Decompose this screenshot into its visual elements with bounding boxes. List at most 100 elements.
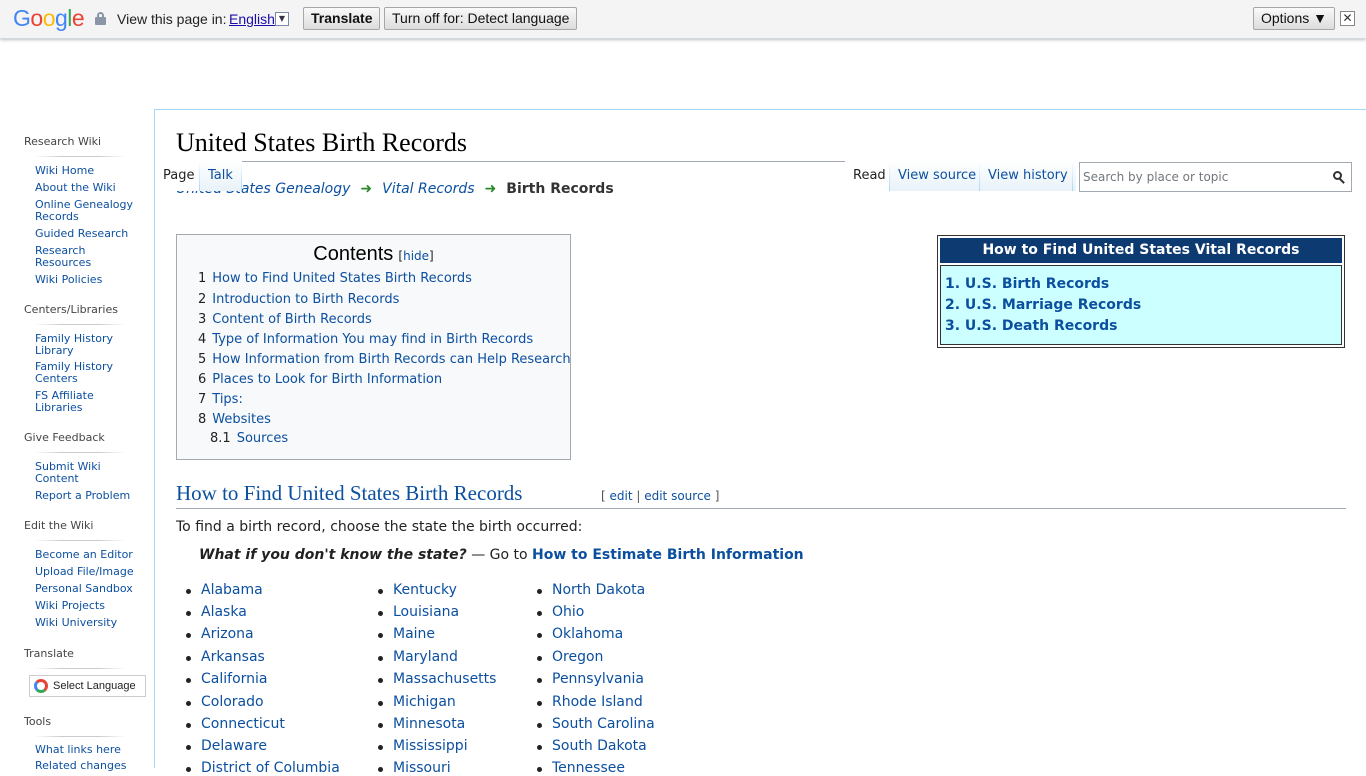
sidebar: Research Wiki Wiki Home About the Wiki O… (0, 110, 154, 772)
state-link[interactable]: Alaska (186, 604, 247, 620)
sidebar-item-what-links-here[interactable]: What links here (35, 744, 145, 756)
state-link[interactable]: Massachusetts (377, 671, 496, 687)
search-input[interactable] (1081, 164, 1321, 190)
sidebar-item-wiki-university[interactable]: Wiki University (35, 617, 145, 629)
close-icon[interactable]: ✕ (1340, 11, 1355, 26)
state-link[interactable]: Alabama (186, 582, 263, 598)
section-divider (176, 508, 1346, 509)
edit-source-link[interactable]: edit source (644, 489, 711, 503)
state-link[interactable]: Minnesota (377, 716, 465, 732)
state-link[interactable]: Arkansas (186, 649, 265, 665)
state-link[interactable]: Maryland (378, 649, 458, 665)
state-link[interactable]: Pennsylvania (537, 671, 644, 687)
sidebar-divider (34, 324, 126, 325)
sidebar-item-related-changes[interactable]: Related changes (35, 760, 145, 772)
sidebar-item-wiki-home[interactable]: Wiki Home (35, 165, 145, 177)
sidebar-heading: Edit the Wiki (24, 519, 94, 532)
state-link[interactable]: District of Columbia (186, 760, 340, 776)
tab-view-history[interactable]: View history (980, 161, 1076, 191)
toc-item[interactable]: 2 Introduction to Birth Records (198, 292, 399, 307)
search-icon[interactable] (1333, 171, 1345, 184)
state-link[interactable]: Kentucky (378, 582, 457, 598)
toc-item[interactable]: 8.1 Sources (210, 431, 288, 446)
tab-view-source[interactable]: View source (890, 161, 985, 191)
sidebar-item-guided-research[interactable]: Guided Research (35, 228, 145, 240)
google-logo: Google (13, 5, 85, 31)
vital-birth-link[interactable]: 1. U.S. Birth Records (945, 276, 1109, 292)
select-language-widget[interactable]: Select Language (29, 675, 146, 697)
title-divider (176, 161, 845, 162)
edit-link[interactable]: edit (610, 489, 633, 503)
toc-item[interactable]: 3 Content of Birth Records (198, 312, 372, 327)
arrow-right-icon: ➜ (360, 181, 373, 197)
toc-item[interactable]: 6 Places to Look for Birth Information (198, 372, 442, 387)
table-of-contents: Contents [hide] 1 How to Find United Stat… (176, 234, 571, 460)
state-link[interactable]: Louisiana (377, 604, 459, 620)
intro-text: To find a birth record, choose the state… (176, 519, 583, 535)
sidebar-divider (34, 736, 126, 737)
state-link[interactable]: Oklahoma (536, 626, 623, 642)
language-link[interactable]: English (229, 11, 275, 27)
state-link[interactable]: California (185, 671, 267, 687)
sidebar-heading: Give Feedback (24, 431, 105, 444)
sidebar-item-online-records[interactable]: Online Genealogy Records (35, 199, 135, 223)
state-link[interactable]: South Carolina (537, 716, 655, 732)
state-link[interactable]: Tennessee (537, 760, 625, 776)
breadcrumb-vital-records[interactable]: Vital Records (382, 181, 474, 197)
toc-item[interactable]: 5 How Information from Birth Records can … (198, 352, 571, 367)
sidebar-item-wiki-projects[interactable]: Wiki Projects (35, 600, 145, 612)
search-box (1079, 162, 1352, 192)
state-link[interactable]: Michigan (378, 694, 456, 710)
sidebar-divider (34, 668, 126, 669)
arrow-right-icon: ➜ (484, 181, 497, 197)
translate-button[interactable]: Translate (303, 7, 381, 30)
sidebar-item-personal-sandbox[interactable]: Personal Sandbox (35, 583, 145, 595)
state-link[interactable]: Missouri (378, 760, 451, 776)
section-heading: How to Find United States Birth Records (176, 481, 523, 505)
sidebar-item-fhl[interactable]: Family History Library (35, 333, 115, 357)
estimate-birth-link[interactable]: How to Estimate Birth Information (532, 547, 804, 563)
state-link[interactable]: Colorado (186, 694, 264, 710)
sidebar-item-upload-file[interactable]: Upload File/Image (35, 566, 145, 578)
edit-links: [ edit | edit source ] (601, 489, 720, 503)
sidebar-item-submit-content[interactable]: Submit Wiki Content (35, 461, 110, 485)
state-link[interactable]: Ohio (536, 604, 584, 620)
turn-off-button[interactable]: Turn off for: Detect language (384, 7, 578, 30)
sidebar-item-become-editor[interactable]: Become an Editor (35, 549, 145, 561)
sidebar-item-fs-affiliate[interactable]: FS Affiliate Libraries (35, 390, 105, 414)
toc-header: Contents [hide] (177, 243, 570, 266)
toc-item[interactable]: 8 Websites (198, 412, 271, 427)
vital-death-link[interactable]: 3. U.S. Death Records (945, 318, 1117, 334)
tab-read[interactable]: Read (845, 161, 894, 191)
what-if-note: What if you don't know the state? — Go t… (199, 547, 804, 563)
toc-hide-link[interactable]: hide (403, 249, 429, 263)
sidebar-item-fhc[interactable]: Family History Centers (35, 361, 115, 385)
tab-separator (1072, 161, 1073, 191)
state-link[interactable]: Arizona (186, 626, 254, 642)
toc-item[interactable]: 7 Tips: (198, 392, 243, 407)
vital-records-list: 1. U.S. Birth Records 2. U.S. Marriage R… (940, 265, 1342, 345)
vital-marriage-link[interactable]: 2. U.S. Marriage Records (945, 297, 1141, 313)
toc-title: Contents (313, 243, 394, 265)
state-link[interactable]: North Dakota (536, 582, 645, 598)
sidebar-item-about-wiki[interactable]: About the Wiki (35, 182, 145, 194)
toc-item[interactable]: 4 Type of Information You may find in Bir… (198, 332, 533, 347)
state-link[interactable]: South Dakota (537, 738, 647, 754)
sidebar-item-wiki-policies[interactable]: Wiki Policies (35, 274, 145, 286)
tab-talk[interactable]: Talk (200, 161, 241, 191)
state-link[interactable]: Oregon (536, 649, 603, 665)
state-link[interactable]: Rhode Island (537, 694, 643, 710)
options-button[interactable]: Options ▼ (1253, 7, 1335, 30)
toc-item[interactable]: 1 How to Find United States Birth Records (198, 271, 472, 286)
state-link[interactable]: Mississippi (378, 738, 468, 754)
sidebar-item-research-resources[interactable]: Research Resources (35, 245, 105, 269)
view-page-label: View this page in: (117, 11, 227, 27)
state-link[interactable]: Delaware (186, 738, 267, 754)
sidebar-heading: Tools (24, 715, 52, 728)
sidebar-item-report-problem[interactable]: Report a Problem (35, 490, 145, 502)
state-link[interactable]: Maine (377, 626, 435, 642)
tab-page[interactable]: Page (156, 161, 202, 191)
language-dropdown-icon[interactable]: ▼ (275, 12, 289, 26)
state-link[interactable]: Connecticut (186, 716, 285, 732)
sidebar-heading: Centers/Libraries (24, 303, 118, 316)
